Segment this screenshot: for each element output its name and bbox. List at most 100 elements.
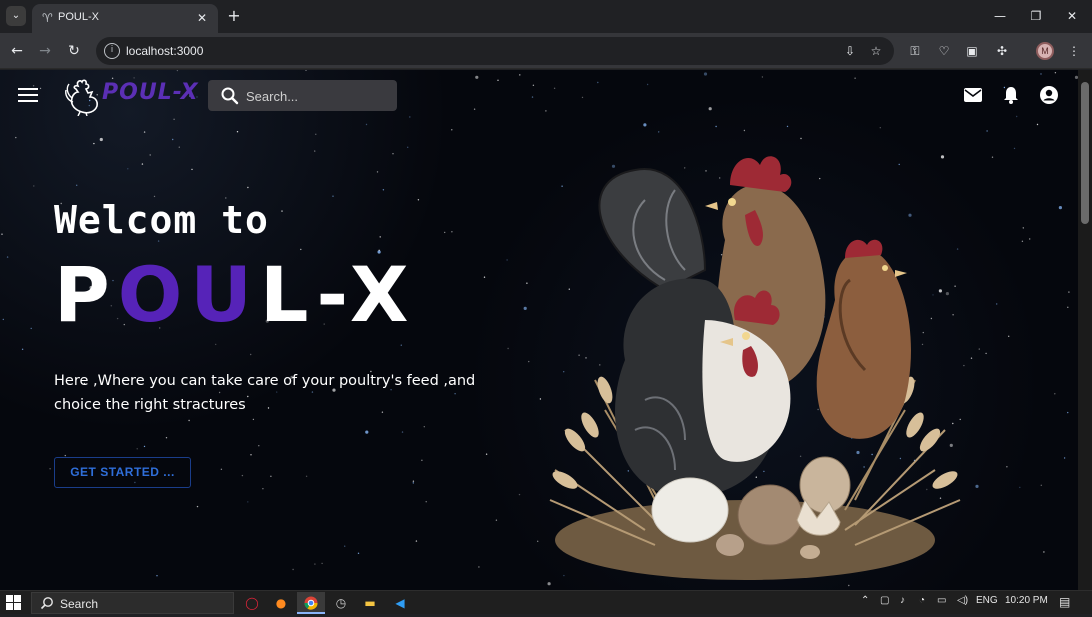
star bbox=[1, 233, 3, 235]
close-window-button[interactable]: ✕ bbox=[1062, 6, 1082, 26]
tray-meet-icon[interactable]: ▢ bbox=[880, 595, 889, 606]
bookmark-star-icon[interactable]: ☆ bbox=[868, 43, 884, 59]
star bbox=[703, 72, 708, 76]
star bbox=[545, 110, 547, 112]
star bbox=[382, 189, 385, 191]
vscode-icon[interactable]: ◀ bbox=[386, 592, 414, 614]
star bbox=[314, 150, 316, 152]
star bbox=[1058, 206, 1062, 210]
star bbox=[643, 123, 647, 127]
url-text[interactable]: localhost:3000 bbox=[126, 44, 203, 58]
star bbox=[412, 480, 415, 482]
firefox-icon[interactable]: ● bbox=[267, 592, 295, 614]
star bbox=[1040, 73, 1042, 75]
star bbox=[985, 352, 987, 355]
brand-part-p: P bbox=[54, 250, 118, 339]
tray-overflow-icon[interactable]: ⌃ bbox=[861, 595, 869, 606]
star bbox=[1040, 484, 1043, 486]
brand-part-x: -X bbox=[316, 250, 417, 339]
microphone-icon[interactable]: ♪ bbox=[900, 595, 905, 606]
star bbox=[376, 171, 379, 173]
language-indicator[interactable]: ENG bbox=[976, 595, 998, 606]
install-app-icon[interactable]: ⇩ bbox=[842, 43, 858, 59]
star bbox=[15, 136, 17, 139]
star bbox=[417, 199, 420, 201]
star bbox=[581, 96, 584, 99]
star bbox=[483, 276, 486, 278]
star bbox=[30, 327, 32, 330]
taskbar-search-box[interactable]: Search bbox=[31, 592, 234, 614]
account-circle-icon[interactable] bbox=[1039, 85, 1059, 105]
star bbox=[1016, 115, 1018, 118]
star bbox=[800, 137, 802, 140]
chrome-icon[interactable] bbox=[297, 592, 325, 614]
forward-button[interactable]: → bbox=[34, 40, 56, 62]
star bbox=[991, 156, 994, 158]
star bbox=[507, 347, 509, 350]
page-scrollbar[interactable] bbox=[1078, 70, 1092, 590]
star bbox=[247, 186, 249, 189]
profile-avatar[interactable]: M bbox=[1036, 42, 1054, 60]
star bbox=[658, 131, 660, 133]
star bbox=[597, 81, 599, 84]
mail-icon[interactable] bbox=[963, 85, 983, 105]
star bbox=[473, 108, 476, 110]
star bbox=[1054, 393, 1056, 395]
file-explorer-icon[interactable]: ▬ bbox=[356, 592, 384, 614]
opera-icon[interactable]: ◯ bbox=[238, 592, 266, 614]
star bbox=[32, 85, 35, 87]
clock-time[interactable]: 10:20 PM bbox=[1005, 595, 1048, 606]
star bbox=[314, 563, 316, 565]
tab-close-icon[interactable]: ✕ bbox=[194, 10, 210, 26]
star bbox=[412, 482, 414, 484]
star bbox=[986, 130, 988, 132]
star bbox=[528, 360, 530, 363]
address-bar[interactable]: i localhost:3000 ⇩ ☆ bbox=[96, 37, 894, 65]
browser-menu-icon[interactable]: ⋮ bbox=[1065, 42, 1083, 60]
star bbox=[172, 138, 174, 141]
star bbox=[497, 79, 499, 81]
bell-icon[interactable] bbox=[1001, 85, 1021, 105]
network-icon[interactable]: ◔ bbox=[919, 595, 925, 606]
back-button[interactable]: ← bbox=[6, 40, 28, 62]
star bbox=[220, 468, 223, 470]
notification-icon[interactable]: ▤ bbox=[1059, 595, 1070, 609]
star bbox=[143, 445, 146, 448]
new-tab-button[interactable]: + bbox=[224, 6, 244, 26]
volume-icon[interactable]: ◁) bbox=[957, 595, 968, 606]
extension-icon-3[interactable]: ▣ bbox=[963, 42, 981, 60]
scrollbar-thumb[interactable] bbox=[1081, 82, 1089, 224]
extensions-puzzle-icon[interactable]: ✣ bbox=[993, 42, 1011, 60]
browser-tab[interactable]: ♈ POUL-X ✕ bbox=[32, 4, 218, 33]
star bbox=[1022, 227, 1024, 229]
star bbox=[485, 453, 488, 455]
logo-text[interactable]: POUL-X bbox=[102, 80, 199, 105]
tab-search-button[interactable]: ⌄ bbox=[6, 6, 26, 26]
star bbox=[176, 70, 179, 72]
extension-icon-2[interactable]: ♡ bbox=[935, 42, 953, 60]
hero-brand-title: POUL-X bbox=[54, 250, 416, 340]
site-info-icon[interactable]: i bbox=[104, 43, 120, 59]
star bbox=[478, 566, 480, 568]
star bbox=[153, 195, 156, 198]
star bbox=[518, 493, 521, 496]
star bbox=[451, 231, 453, 233]
star bbox=[21, 348, 24, 350]
restore-button[interactable]: ❐ bbox=[1026, 6, 1046, 26]
reload-button[interactable]: ↻ bbox=[63, 40, 85, 62]
search-box[interactable] bbox=[208, 80, 397, 111]
search-input[interactable] bbox=[246, 86, 391, 106]
star bbox=[127, 168, 129, 170]
chrome-logo-icon bbox=[304, 596, 318, 610]
windows-start-icon[interactable] bbox=[6, 595, 22, 611]
get-started-button[interactable]: GET STARTED ... bbox=[54, 457, 191, 488]
star bbox=[111, 77, 114, 79]
battery-icon[interactable]: ▭ bbox=[937, 595, 946, 606]
star bbox=[978, 348, 980, 350]
extension-icon-1[interactable]: ⚿ bbox=[906, 42, 924, 60]
star bbox=[136, 448, 138, 450]
menu-icon[interactable] bbox=[18, 88, 38, 102]
minimize-button[interactable]: — bbox=[990, 6, 1010, 26]
clock-icon[interactable]: ◷ bbox=[327, 592, 355, 614]
star bbox=[879, 127, 881, 129]
